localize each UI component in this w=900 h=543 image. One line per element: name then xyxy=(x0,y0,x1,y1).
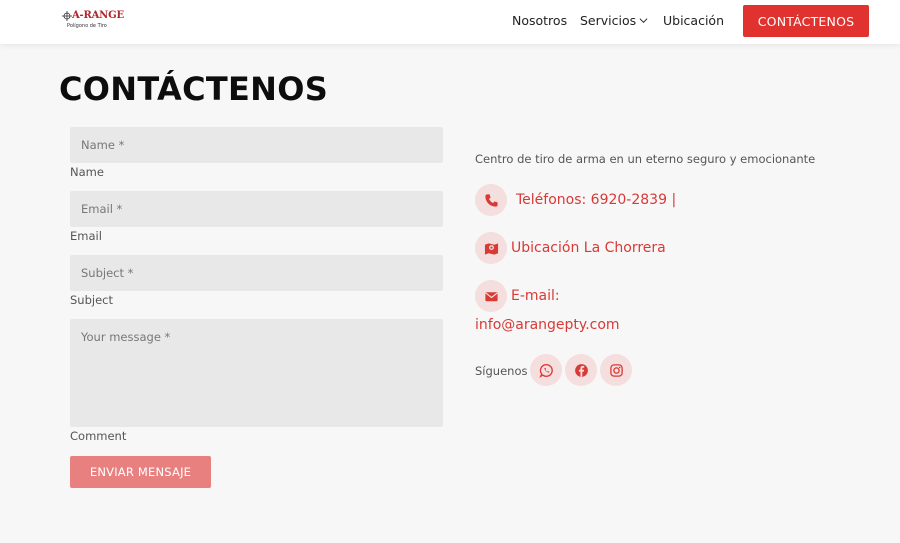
email-label: Email xyxy=(70,229,102,243)
contact-cta-button[interactable]: CONTÁCTENOS xyxy=(743,5,869,37)
nav-ubicacion[interactable]: Ubicación xyxy=(663,13,724,28)
phone-link[interactable]: Teléfonos: 6920-2839 | xyxy=(516,192,676,208)
send-message-button[interactable]: ENVIAR MENSAJE xyxy=(70,456,211,488)
map-marker-icon xyxy=(484,242,498,255)
name-label: Name xyxy=(70,165,104,179)
instagram-icon xyxy=(609,363,623,377)
whatsapp-button[interactable] xyxy=(530,354,562,386)
logo-brand: A-RANGE xyxy=(72,10,124,21)
email-label-text: E-mail: xyxy=(511,288,560,304)
name-input[interactable] xyxy=(70,127,443,163)
subject-label: Subject xyxy=(70,293,113,307)
facebook-button[interactable] xyxy=(565,354,597,386)
nav-servicios[interactable]: Servicios xyxy=(580,13,648,28)
email-link[interactable]: info@arangepty.com xyxy=(475,317,620,333)
chevron-down-icon xyxy=(639,18,648,24)
follow-label: Síguenos xyxy=(475,364,528,378)
site-header: A-RANGE Polígono de Tiro Nosotros Servic… xyxy=(0,0,900,44)
phone-icon-badge xyxy=(475,184,507,216)
email-input[interactable] xyxy=(70,191,443,227)
facebook-icon xyxy=(574,363,588,377)
whatsapp-icon xyxy=(538,363,553,378)
message-textarea[interactable] xyxy=(70,319,443,427)
crosshair-icon xyxy=(62,11,72,21)
nav-servicios-label: Servicios xyxy=(580,13,637,28)
page-title: CONTÁCTENOS xyxy=(59,70,329,108)
phone-icon xyxy=(484,193,498,207)
logo-tagline: Polígono de Tiro xyxy=(67,23,107,29)
comment-label: Comment xyxy=(70,429,127,443)
envelope-icon xyxy=(484,291,498,301)
contact-intro: Centro de tiro de arma en un eterno segu… xyxy=(475,152,816,166)
nav-nosotros[interactable]: Nosotros xyxy=(512,13,567,28)
email-icon-badge xyxy=(475,280,507,312)
location-link[interactable]: Ubicación La Chorrera xyxy=(511,240,666,256)
instagram-button[interactable] xyxy=(600,354,632,386)
subject-input[interactable] xyxy=(70,255,443,291)
location-icon-badge xyxy=(475,232,507,264)
site-logo[interactable]: A-RANGE Polígono de Tiro xyxy=(62,10,124,34)
